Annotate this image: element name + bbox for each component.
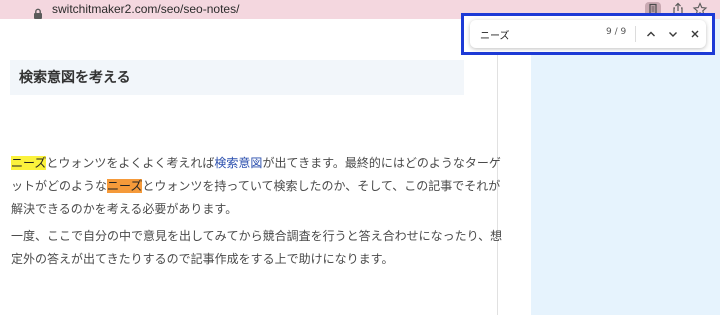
previous-match-button[interactable] (643, 26, 659, 42)
toolbar-left-area (0, 0, 26, 19)
section-heading: 検索意図を考える (10, 60, 464, 95)
paragraph-2: 一度、ここで自分の中で意見を出してみてから競合調査を行うと答え合わせになったり、… (11, 225, 503, 271)
paragraph-1-line-2: ットがどのようなニーズとウォンツを持っていて検索したのか、そして、この記事でそれ… (11, 175, 500, 198)
paragraph-1-line-1: ニーズとウォンツをよくよく考えれば検索意図が出てきます。最終的にはどのようなター… (11, 152, 501, 175)
chevron-down-icon (669, 32, 677, 37)
search-intent-link[interactable]: 検索意図 (214, 156, 262, 170)
text-segment: とウォンツを持っていて検索したのか、そして、この記事でそれが (142, 179, 501, 193)
paragraph-2-line-1: 一度、ここで自分の中で意見を出してみてから競合調査を行うと答え合わせになったり、… (11, 229, 503, 243)
text-segment: とウォンツをよくよく考えれば (46, 156, 215, 170)
match-count: 9 / 9 (606, 27, 627, 37)
lock-icon[interactable] (33, 4, 43, 19)
paragraph-2-line-2: 定外の答えが出てきたりするので記事作成をする上で助けになります。 (11, 252, 394, 266)
paragraph-1-line-3: 解決できるのかを考える必要があります。 (11, 202, 238, 216)
text-segment: が出てきます。最終的にはどのようなターゲ (262, 156, 501, 170)
sidebar (531, 19, 720, 315)
url-text[interactable]: switchitmaker2.com/seo/seo-notes/ (52, 1, 239, 18)
find-bar-highlight-box: 9 / 9 (461, 13, 715, 55)
text-segment: ットがどのような (11, 179, 108, 193)
heading-text: 検索意図を考える (19, 70, 131, 86)
find-separator (635, 26, 636, 42)
paragraph-1: ニーズとウォンツをよくよく考えれば検索意図が出てきます。最終的にはどのようなター… (11, 152, 501, 221)
find-input[interactable] (480, 26, 580, 42)
search-match-highlight: ニーズ (11, 156, 47, 170)
close-find-button[interactable] (687, 26, 703, 42)
gutter (498, 19, 531, 315)
current-match-highlight: ニーズ (107, 179, 143, 193)
next-match-button[interactable] (665, 26, 681, 42)
close-icon (691, 30, 699, 38)
find-bar: 9 / 9 (470, 20, 706, 48)
chevron-up-icon (647, 31, 655, 37)
